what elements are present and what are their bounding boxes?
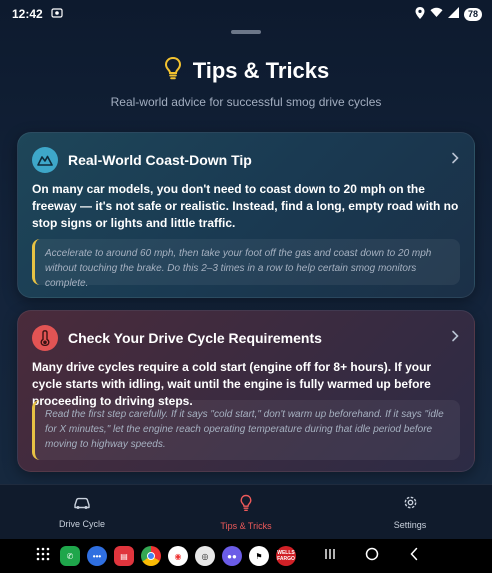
car-icon — [73, 496, 91, 515]
battery-indicator: 78 — [463, 7, 482, 21]
screenshot-icon — [51, 7, 63, 22]
sheet-grab-handle[interactable] — [231, 30, 261, 34]
tab-label: Drive Cycle — [58, 518, 105, 529]
back-button[interactable] — [393, 547, 435, 566]
recents-button[interactable] — [309, 547, 351, 565]
wifi-icon — [430, 7, 443, 21]
status-right: 78 — [415, 6, 482, 22]
location-icon — [415, 6, 425, 22]
card-header: Check Your Drive Cycle Requirements — [32, 325, 460, 351]
lightbulb-icon — [163, 56, 183, 85]
card-header: Real-World Coast-Down Tip — [32, 147, 460, 173]
status-left: 12:42 — [12, 7, 63, 22]
tab-label: Tips & Tricks — [220, 520, 272, 531]
card-title: Check Your Drive Cycle Requirements — [68, 330, 322, 346]
lightbulb-icon — [239, 494, 253, 517]
notes-app-icon[interactable]: ▤ — [114, 546, 134, 566]
tab-settings[interactable]: Settings — [328, 485, 492, 539]
gear-icon — [402, 494, 419, 516]
phone-app-icon[interactable]: ✆ — [60, 546, 80, 566]
home-button[interactable] — [351, 547, 393, 566]
wells-fargo-app-icon[interactable]: WELLS FARGO — [276, 546, 296, 566]
system-nav-bar: ✆ ••• ▤ ◉ ◎ ●● ⚑ WELLS FARGO — [0, 539, 492, 573]
gallery-app-icon[interactable]: ●● — [222, 546, 242, 566]
chevron-right-icon[interactable] — [450, 151, 460, 169]
tip-card-coast-down[interactable]: Real-World Coast-Down Tip On many car mo… — [17, 132, 475, 298]
page-header: Tips & Tricks — [0, 56, 492, 85]
card-note: Accelerate to around 60 mph, then take y… — [32, 239, 460, 289]
chevron-right-icon[interactable] — [450, 329, 460, 347]
app-drawer-icon[interactable] — [36, 547, 50, 566]
bottom-tab-bar: Drive Cycle Tips & Tricks Settings — [0, 484, 492, 539]
tab-drive-cycle[interactable]: Drive Cycle — [0, 485, 164, 539]
mountain-icon — [32, 147, 58, 173]
maps-app-icon[interactable]: ◉ — [168, 546, 188, 566]
page-title: Tips & Tricks — [192, 57, 330, 83]
chrome-app-icon[interactable] — [141, 546, 161, 566]
tab-label: Settings — [393, 520, 427, 530]
card-title: Real-World Coast-Down Tip — [68, 152, 252, 168]
status-bar: 12:42 78 — [0, 0, 492, 28]
status-time: 12:42 — [12, 7, 43, 21]
camera-app-icon[interactable]: ◎ — [195, 546, 215, 566]
page-subtitle: Real-world advice for successful smog dr… — [110, 95, 382, 109]
signal-icon — [447, 7, 459, 21]
fitness-app-icon[interactable]: ⚑ — [249, 546, 269, 566]
app-screen: 12:42 78 Tips & Tricks Real-world advice… — [0, 0, 492, 573]
thermometer-icon — [32, 325, 58, 351]
card-note: Read the first step carefully. If it say… — [32, 400, 460, 460]
messages-app-icon[interactable]: ••• — [87, 546, 107, 566]
card-body: On many car models, you don't need to co… — [32, 182, 459, 230]
tip-card-drive-cycle-requirements[interactable]: Check Your Drive Cycle Requirements Many… — [17, 310, 475, 472]
tab-tips-and-tricks[interactable]: Tips & Tricks — [164, 485, 328, 539]
